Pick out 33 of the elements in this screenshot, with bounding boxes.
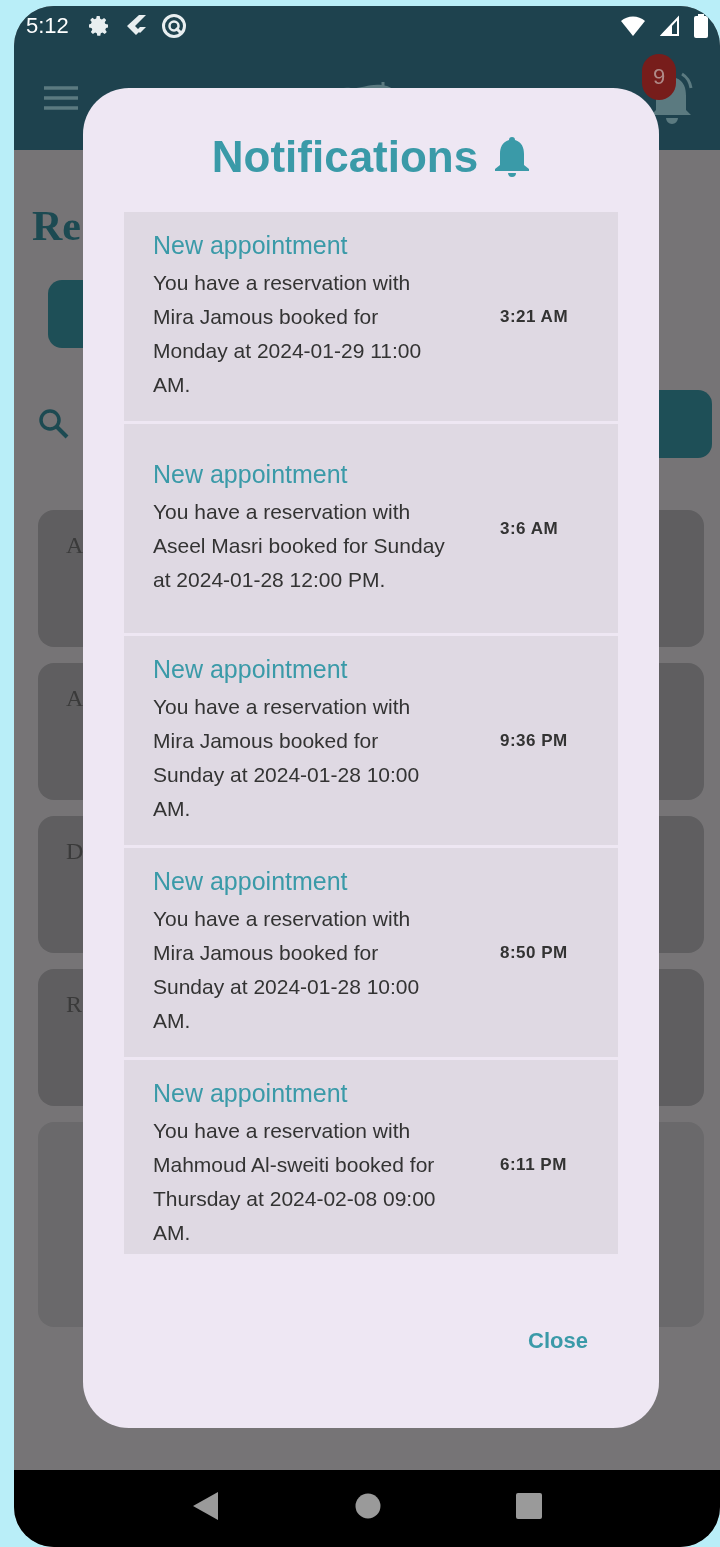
notification-message: You have a reservation with Mahmoud Al-sweiti booked for Thursday at 2024-02-08 09:00 AM.	[153, 1118, 437, 1246]
notification-message: You have a reservation with Mira Jamous booked for Sunday at 2024-01-28 10:00 AM.	[153, 906, 421, 1034]
notification-title: New appointment	[153, 655, 349, 684]
notification-time: 9:36 PM	[500, 730, 569, 751]
circle-icon	[160, 13, 187, 39]
notification-title: New appointment	[153, 1079, 349, 1108]
notification-item[interactable]: New appointment You have a reservation with Aseel Masri booked for Sunday at 2024-01-28 12:00 PM. 3:6 AM	[124, 424, 618, 633]
notification-message: You have a reservation with Mira Jamous booked for Monday at 2024-01-29 11:00 AM.	[153, 270, 423, 398]
bell-icon	[494, 136, 531, 178]
notification-item[interactable]: New appointment You have a reservation with Mira Jamous booked for Sunday at 2024-01-28 10:00 AM. 9:36 PM	[124, 636, 618, 845]
notification-time: 8:50 PM	[500, 942, 569, 963]
notification-title: New appointment	[153, 867, 349, 896]
notification-message: You have a reservation with Aseel Masri booked for Sunday at 2024-01-28 12:00 PM.	[153, 499, 446, 593]
notification-message: You have a reservation with Mira Jamous booked for Sunday at 2024-01-28 10:00 AM.	[153, 694, 421, 822]
status-time: 5:12	[26, 13, 69, 39]
notification-title: New appointment	[153, 460, 349, 489]
gear-icon	[86, 14, 111, 38]
notification-time: 3:6 AM	[500, 518, 560, 539]
page-heading: Re	[32, 202, 81, 250]
wifi-icon	[620, 15, 646, 37]
notification-item[interactable]: New appointment You have a reservation with Mahmoud Al-sweiti booked for Thursday at 2024-02-08 09:00 AM. 6:11 PM	[124, 1060, 618, 1254]
notification-badge: 9	[642, 54, 676, 100]
recents-icon[interactable]	[516, 1492, 543, 1519]
dialog-title: Notifications	[211, 132, 479, 182]
notification-item[interactable]: New appointment You have a reservation with Mira Jamous booked for Sunday at 2024-01-28 10:00 AM. 8:50 PM	[124, 848, 618, 1057]
notification-item[interactable]: New appointment You have a reservation with Mira Jamous booked for Monday at 2024-01-29 11:00 AM. 3:21 AM	[124, 212, 618, 421]
back-icon[interactable]	[191, 1490, 220, 1521]
notification-time: 6:11 PM	[500, 1154, 568, 1175]
home-icon[interactable]	[355, 1492, 381, 1519]
signal-icon	[660, 15, 680, 37]
notification-title: New appointment	[153, 231, 349, 260]
battery-icon	[694, 14, 708, 38]
notification-time: 3:21 AM	[500, 306, 570, 327]
